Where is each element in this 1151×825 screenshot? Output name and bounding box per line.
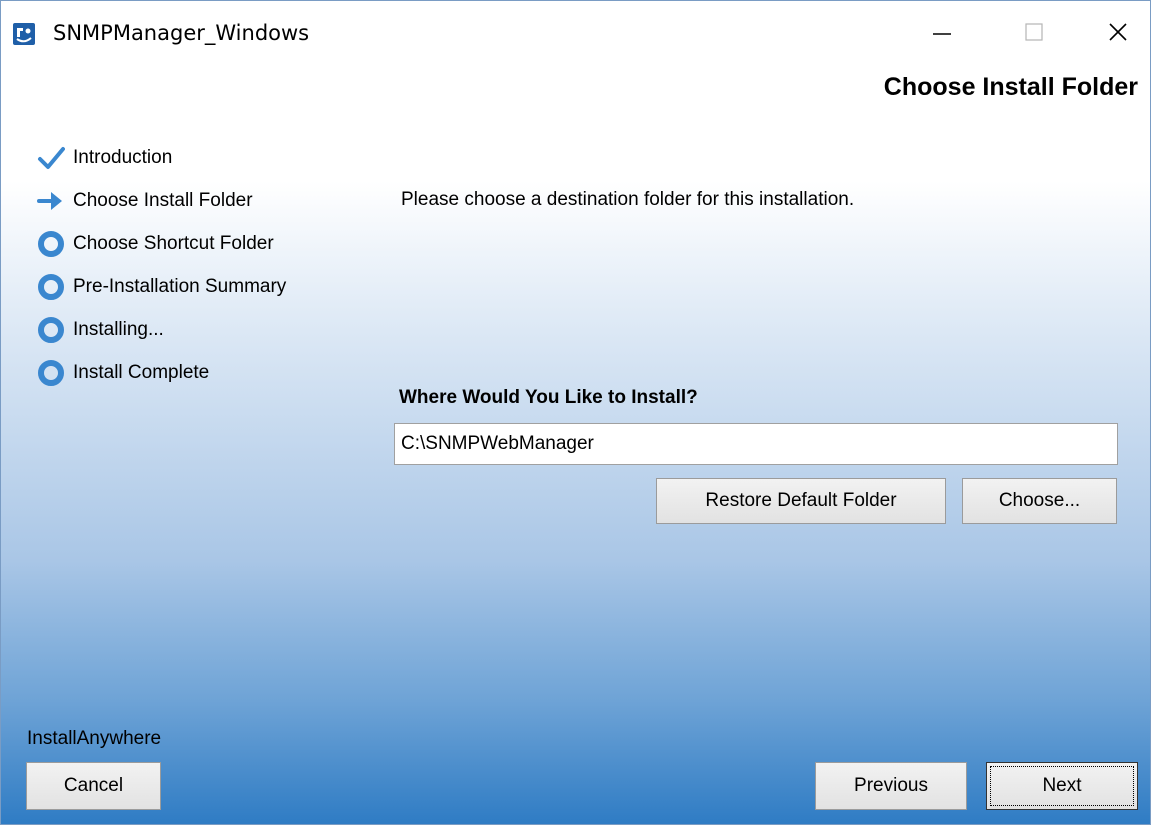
step-choose-shortcut-folder: Choose Shortcut Folder [37, 229, 367, 259]
minimize-button[interactable] [919, 11, 965, 57]
next-button-label: Next [1042, 775, 1082, 796]
checkmark-icon [37, 144, 65, 172]
step-label: Install Complete [73, 362, 210, 383]
restore-default-folder-button[interactable]: Restore Default Folder [656, 478, 946, 524]
step-install-complete: Install Complete [37, 358, 367, 388]
step-label: Choose Install Folder [73, 190, 253, 211]
step-introduction: Introduction [37, 143, 367, 173]
window-title: SNMPManager_Windows [53, 21, 310, 45]
step-label: Installing... [73, 319, 164, 340]
title-bar[interactable]: SNMPManager_Windows [1, 1, 1150, 61]
maximize-button[interactable] [1011, 11, 1057, 57]
step-label: Pre-Installation Summary [73, 276, 287, 297]
circle-icon [37, 230, 65, 258]
installer-brand-label: InstallAnywhere [27, 728, 162, 749]
page-title: Choose Install Folder [883, 73, 1138, 101]
cancel-button[interactable]: Cancel [26, 762, 161, 810]
close-icon [1108, 22, 1128, 47]
installer-window: SNMPManager_Windows Choose Install Folde… [0, 0, 1151, 825]
instruction-text: Please choose a destination folder for t… [401, 189, 855, 210]
next-button[interactable]: Next [986, 762, 1138, 810]
install-location-label: Where Would You Like to Install? [399, 387, 698, 408]
step-installing: Installing... [37, 315, 367, 345]
step-label: Choose Shortcut Folder [73, 233, 274, 254]
app-logo-icon [13, 23, 35, 45]
close-button[interactable] [1095, 11, 1141, 57]
arrow-right-icon [37, 187, 65, 215]
step-label: Introduction [73, 147, 173, 168]
minimize-icon [932, 22, 952, 47]
maximize-icon [1024, 22, 1044, 47]
previous-button[interactable]: Previous [815, 762, 967, 810]
circle-icon [37, 316, 65, 344]
circle-icon [37, 273, 65, 301]
choose-folder-button[interactable]: Choose... [962, 478, 1117, 524]
circle-icon [37, 359, 65, 387]
step-pre-installation-summary: Pre-Installation Summary [37, 272, 367, 302]
step-choose-install-folder: Choose Install Folder [37, 186, 367, 216]
install-path-input[interactable] [394, 423, 1118, 465]
